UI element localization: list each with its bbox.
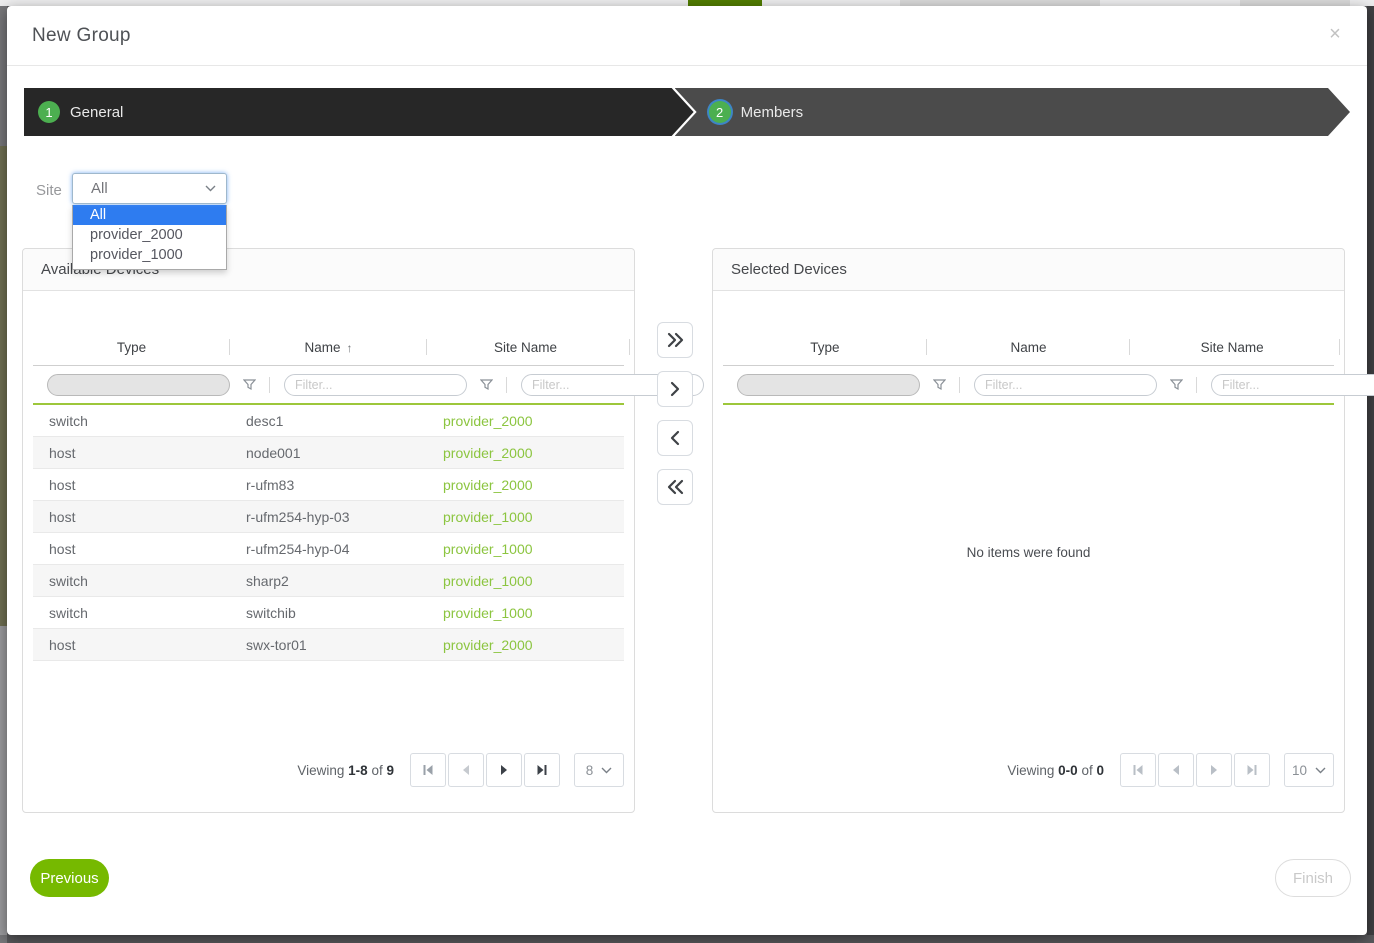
finish-button: Finish [1275,859,1351,897]
table-row[interactable]: switchdesc1provider_2000 [33,405,624,437]
column-header-site-name[interactable]: Site Name [1130,340,1334,355]
filter-row [723,366,1334,403]
table-accent-divider [723,403,1334,405]
chevron-right-icon [670,381,680,397]
site-option-all[interactable]: All [73,205,226,225]
selected-pagination: Viewing 0-0 of 0 10 [1007,753,1334,787]
close-icon[interactable]: × [1323,22,1347,46]
viewing-summary: Viewing 1-8 of 9 [297,763,394,778]
column-header-type[interactable]: Type [33,340,230,355]
table-header-row: Type Name Site Name [723,334,1334,360]
column-header-type[interactable]: Type [723,340,927,355]
site-option-provider-2000[interactable]: provider_2000 [73,225,226,245]
wizard-steps: 1 General 2 Members [24,88,1350,136]
table-row[interactable]: switchswitchibprovider_1000 [33,597,624,629]
previous-button[interactable]: Previous [30,859,109,897]
table-row[interactable]: hostr-ufm254-hyp-03provider_1000 [33,501,624,533]
filter-row [33,366,624,403]
viewing-summary: Viewing 0-0 of 0 [1007,763,1104,778]
table-header-row: Type Name↑ Site Name [33,334,624,360]
page-size-select[interactable]: 8 [574,753,624,787]
previous-page-button [1158,753,1194,787]
name-filter-input[interactable] [284,374,467,396]
dialog-title: New Group [32,25,131,47]
backdrop-left-strip [0,626,7,935]
next-page-button [1196,753,1232,787]
chevron-down-icon [1315,767,1326,774]
column-header-name[interactable]: Name↑ [230,340,427,355]
move-right-button[interactable] [657,371,693,407]
filter-cell-name [270,374,507,396]
next-page-button[interactable] [486,753,522,787]
previous-page-button [448,753,484,787]
site-option-provider-1000[interactable]: provider_1000 [73,245,226,265]
available-devices-panel: Available Devices Type Name↑ Site Name [22,248,635,813]
backdrop-left-strip [0,146,7,626]
table-row[interactable]: hostr-ufm254-hyp-04provider_1000 [33,533,624,565]
available-pagination: Viewing 1-8 of 9 8 [297,753,624,787]
site-filter-input[interactable] [1211,374,1374,396]
double-chevron-left-icon [667,479,684,495]
table-row[interactable]: hostr-ufm83provider_2000 [33,469,624,501]
site-dropdown-list: All provider_2000 provider_1000 [72,205,227,270]
funnel-icon[interactable] [243,379,256,391]
wizard-step-members[interactable]: 2 Members [675,88,1350,136]
move-all-right-button[interactable] [657,322,693,358]
transfer-controls [657,322,693,505]
filter-cell-name [960,374,1197,396]
step-label: Members [741,104,804,121]
page-size-select[interactable]: 10 [1284,753,1334,787]
step-number-badge: 2 [709,101,731,123]
panel-title: Selected Devices [731,261,847,278]
selected-devices-table: Type Name Site Name [723,334,1334,405]
move-all-left-button[interactable] [657,469,693,505]
type-filter-input [47,374,230,396]
sort-ascending-icon: ↑ [347,341,353,355]
site-select[interactable]: All [72,173,227,204]
table-row[interactable]: hostnode001provider_2000 [33,437,624,469]
first-page-button [1120,753,1156,787]
table-body: switchdesc1provider_2000 hostnode001prov… [33,405,624,661]
last-page-button[interactable] [524,753,560,787]
empty-state-message: No items were found [713,545,1344,560]
site-label: Site [36,182,62,199]
available-devices-table: Type Name↑ Site Name [33,334,624,661]
column-header-site-name[interactable]: Site Name [427,340,624,355]
last-page-button [1234,753,1270,787]
filter-cell-site [507,374,744,396]
backdrop-right-strip [1367,6,1374,935]
double-chevron-right-icon [667,332,684,348]
panel-header: Selected Devices [713,249,1344,291]
funnel-icon[interactable] [1170,379,1183,391]
column-header-name[interactable]: Name [927,340,1131,355]
new-group-dialog: New Group × 1 General 2 Members Site All… [7,6,1367,935]
name-filter-input[interactable] [974,374,1157,396]
filter-cell-type [33,374,270,396]
step-label: General [70,104,123,121]
filter-cell-site [1197,374,1374,396]
table-row[interactable]: switchsharp2provider_1000 [33,565,624,597]
dialog-header: New Group × [7,6,1367,66]
wizard-step-general[interactable]: 1 General [24,88,694,136]
selected-devices-panel: Selected Devices Type Name Site Name [712,248,1345,813]
chevron-down-icon [601,767,612,774]
move-left-button[interactable] [657,420,693,456]
chevron-left-icon [670,430,680,446]
funnel-icon[interactable] [933,379,946,391]
step-number-badge: 1 [38,101,60,123]
first-page-button [410,753,446,787]
filter-cell-type [723,374,960,396]
site-select-value: All [91,180,205,197]
funnel-icon[interactable] [480,379,493,391]
chevron-down-icon [205,185,216,192]
table-row[interactable]: hostswx-tor01provider_2000 [33,629,624,661]
type-filter-input [737,374,920,396]
